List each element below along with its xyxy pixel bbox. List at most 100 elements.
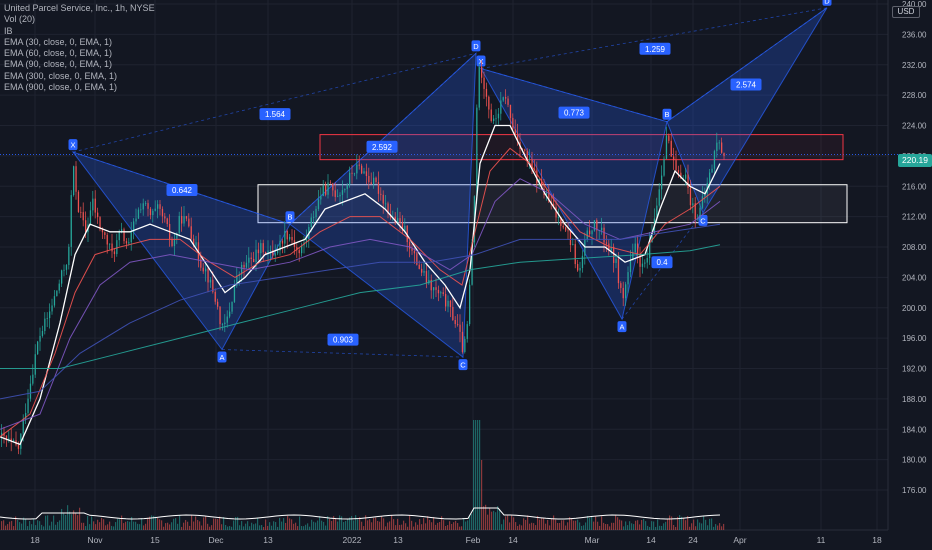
candle-body: [442, 292, 444, 295]
candle-body: [579, 268, 581, 271]
volume-bar: [561, 520, 563, 530]
volume-bar: [185, 519, 187, 530]
volume-bar: [113, 526, 115, 530]
volume-bar: [435, 524, 437, 530]
candle-body: [493, 118, 495, 122]
volume-bar: [255, 523, 257, 530]
candle-body: [711, 168, 713, 173]
volume-bar: [321, 520, 323, 530]
candle-body: [613, 246, 615, 263]
price-axis-label: 192.00: [902, 365, 927, 374]
candle-body: [709, 172, 711, 184]
volume-bars: [1, 420, 725, 530]
volume-bar: [437, 522, 439, 530]
legend-indicator-ema30[interactable]: EMA (30, close, 0, EMA, 1): [4, 37, 155, 48]
volume-bar: [87, 515, 89, 530]
candle-body: [68, 246, 70, 266]
volume-bar: [7, 524, 9, 530]
candle-body: [265, 252, 267, 254]
volume-bar: [535, 525, 537, 530]
candle-body: [128, 242, 130, 244]
volume-bar: [127, 521, 129, 530]
candle-body: [32, 374, 34, 384]
volume-bar: [157, 518, 159, 530]
volume-bar: [27, 526, 29, 530]
candle-body: [665, 135, 668, 159]
volume-bar: [403, 520, 405, 530]
volume-bar: [209, 526, 211, 530]
candle-body: [466, 324, 468, 339]
current-price-label: 220.19: [898, 154, 932, 167]
candle-body: [140, 209, 142, 211]
volume-bar: [169, 524, 171, 530]
pattern-ratio-label: 0.903: [333, 336, 354, 345]
volume-bar: [63, 513, 65, 530]
volume-bar: [149, 516, 151, 530]
candle-body: [248, 257, 250, 263]
time-axis-label: 24: [688, 535, 698, 545]
legend-indicator-ema60[interactable]: EMA (60, close, 0, EMA, 1): [4, 48, 155, 59]
candle-body: [469, 284, 471, 325]
candle-body: [476, 107, 478, 197]
legend-indicator-volume[interactable]: Vol (20): [4, 14, 155, 25]
volume-bar: [387, 522, 389, 530]
volume-bar: [195, 516, 197, 530]
candle-body: [159, 204, 161, 209]
volume-bar: [69, 511, 71, 530]
candle-body: [281, 240, 284, 244]
volume-bar: [19, 522, 21, 530]
candle-body: [327, 182, 329, 195]
volume-bar: [329, 519, 331, 530]
volume-bar: [25, 519, 27, 530]
volume-bar: [193, 521, 195, 530]
volume-bar: [575, 520, 577, 530]
candle-body: [365, 171, 368, 176]
legend-indicator-ib[interactable]: IB: [4, 26, 155, 37]
volume-bar: [345, 521, 347, 530]
volume-bar: [463, 518, 465, 530]
volume-bar: [215, 518, 217, 530]
candle-body: [286, 230, 288, 240]
volume-bar: [385, 526, 387, 530]
volume-bar: [643, 519, 645, 530]
volume-bar: [143, 525, 145, 530]
volume-bar: [705, 519, 707, 530]
volume-bar: [183, 522, 185, 530]
volume-bar: [49, 525, 51, 530]
volume-bar: [443, 520, 445, 530]
price-axis-label: 216.00: [902, 182, 927, 191]
legend-indicator-ema300[interactable]: EMA (300, close, 0, EMA, 1): [4, 71, 155, 82]
candle-body: [457, 323, 459, 325]
volume-bar: [293, 523, 295, 530]
currency-badge[interactable]: USD: [892, 6, 920, 18]
volume-bar: [355, 515, 357, 530]
volume-bar: [669, 515, 671, 530]
candle-body: [116, 240, 118, 255]
volume-bar: [61, 508, 63, 530]
time-axis-label: 11: [817, 535, 826, 545]
candle-body: [488, 96, 490, 110]
candle-body: [358, 164, 360, 166]
legend-indicator-ema90[interactable]: EMA (90, close, 0, EMA, 1): [4, 59, 155, 70]
volume-bar: [139, 524, 141, 530]
volume-bar: [469, 516, 471, 530]
pattern-point-label: X: [70, 141, 75, 150]
candle-body: [514, 129, 516, 134]
legend-indicator-ema900[interactable]: EMA (900, close, 0, EMA, 1): [4, 82, 155, 93]
candle-body: [229, 311, 231, 317]
volume-bar: [697, 519, 699, 530]
price-axis-label: 232.00: [902, 61, 927, 70]
volume-bar: [59, 520, 61, 530]
candle-body: [154, 208, 156, 211]
volume-bar: [659, 525, 661, 530]
candle-body: [692, 203, 694, 206]
symbol-title[interactable]: United Parcel Service, Inc., 1h, NYSE: [4, 3, 155, 14]
candle-body: [701, 196, 704, 208]
volume-bar: [723, 523, 725, 530]
volume-bar: [263, 526, 265, 530]
volume-bar: [133, 521, 135, 530]
volume-bar: [511, 515, 513, 530]
price-axis-label: 208.00: [902, 243, 927, 252]
candle-body: [332, 183, 334, 191]
volume-bar: [245, 523, 247, 530]
